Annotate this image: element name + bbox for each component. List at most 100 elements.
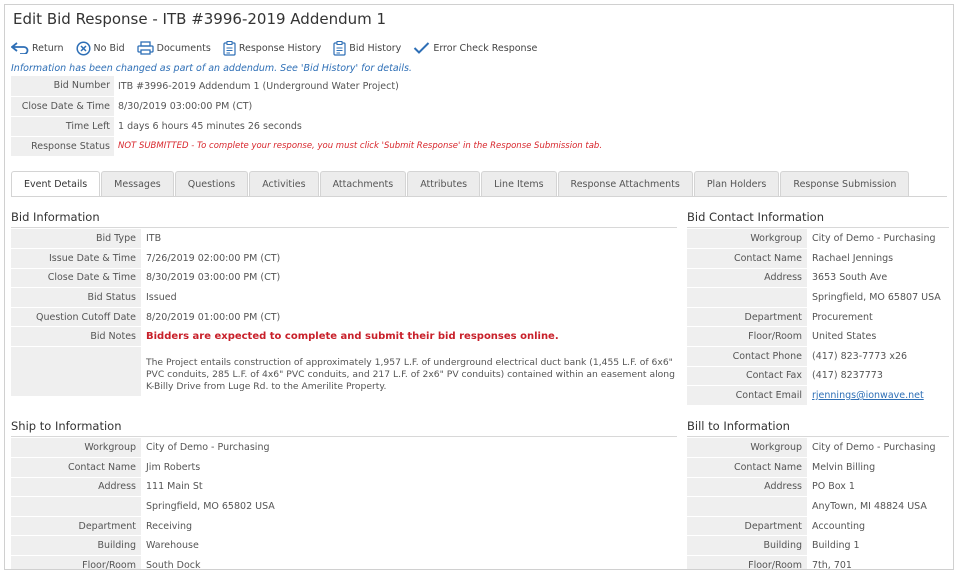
documents-button[interactable]: Documents bbox=[137, 41, 211, 55]
bid-notes-label-spacer bbox=[11, 346, 141, 398]
contact-name-value: Rachael Jennings bbox=[812, 252, 894, 264]
bid-status-value: Issued bbox=[146, 292, 177, 304]
question-cutoff-label: Question Cutoff Date bbox=[11, 307, 141, 328]
section-divider bbox=[687, 436, 949, 437]
address-line1: 111 Main St bbox=[146, 481, 203, 493]
bid-contact-heading: Bid Contact Information bbox=[687, 210, 825, 224]
contact-name-label: Contact Name bbox=[687, 457, 807, 478]
issue-date-label: Issue Date & Time bbox=[11, 248, 141, 269]
close-date-label: Close Date & Time bbox=[11, 268, 141, 289]
tab-attachments[interactable]: Attachments bbox=[319, 171, 407, 197]
bill-to-table: Workgroup City of Demo - Purchasing Conta… bbox=[687, 438, 949, 570]
no-bid-button[interactable]: No Bid bbox=[75, 40, 125, 56]
bid-notes-label: Bid Notes bbox=[11, 326, 141, 348]
address-label: Address bbox=[11, 477, 141, 498]
no-bid-label: No Bid bbox=[93, 42, 125, 54]
printer-icon bbox=[137, 41, 154, 55]
building-value: Warehouse bbox=[146, 540, 199, 552]
workgroup-label: Workgroup bbox=[11, 438, 141, 459]
return-label: Return bbox=[32, 42, 64, 54]
close-date-value: 8/30/2019 03:00:00 PM (CT) bbox=[146, 272, 281, 284]
tab-messages[interactable]: Messages bbox=[101, 171, 174, 197]
no-bid-icon bbox=[75, 40, 91, 56]
bid-notes-headline: Bidders are expected to complete and sub… bbox=[146, 331, 559, 343]
contact-name-value: Melvin Billing bbox=[812, 461, 876, 473]
workgroup-value: City of Demo - Purchasing bbox=[146, 442, 270, 454]
tab-questions[interactable]: Questions bbox=[174, 171, 249, 197]
history-icon bbox=[223, 40, 236, 56]
address-line2: Springfield, MO 65807 USA bbox=[812, 292, 941, 304]
tab-bar: Event Details Messages Questions Activit… bbox=[11, 171, 910, 197]
workgroup-value: City of Demo - Purchasing bbox=[812, 442, 936, 454]
close-date-label: Close Date & Time bbox=[11, 96, 114, 117]
department-value: Receiving bbox=[146, 520, 193, 532]
tab-plan-holders[interactable]: Plan Holders bbox=[693, 171, 780, 197]
bid-history-label: Bid History bbox=[349, 42, 402, 54]
bid-contact-table: Workgroup City of Demo - Purchasing Conta… bbox=[687, 229, 949, 406]
address-line1: PO Box 1 bbox=[812, 481, 855, 493]
tab-response-attachments[interactable]: Response Attachments bbox=[557, 171, 693, 197]
workgroup-value: City of Demo - Purchasing bbox=[812, 233, 936, 245]
address-label: Address bbox=[687, 477, 807, 498]
department-value: Procurement bbox=[812, 311, 873, 323]
bid-number-label: Bid Number bbox=[11, 76, 114, 97]
section-divider bbox=[11, 436, 677, 437]
address-label: Address bbox=[687, 268, 807, 289]
building-label: Building bbox=[687, 535, 807, 557]
contact-name-label: Contact Name bbox=[11, 457, 141, 478]
contact-email-link[interactable]: rjennings@ionwave.net bbox=[812, 390, 924, 401]
page-frame: Edit Bid Response - ITB #3996-2019 Adden… bbox=[4, 4, 954, 570]
address-label-spacer bbox=[11, 496, 141, 517]
ship-to-heading: Ship to Information bbox=[11, 419, 122, 433]
tab-event-details[interactable]: Event Details bbox=[11, 171, 101, 197]
floor-room-value: South Dock bbox=[146, 559, 201, 570]
tab-response-submission[interactable]: Response Submission bbox=[780, 171, 910, 197]
floor-room-label: Floor/Room bbox=[11, 555, 141, 569]
response-history-button[interactable]: Response History bbox=[223, 40, 321, 56]
bid-status-label: Bid Status bbox=[11, 287, 141, 308]
floor-room-value: 7th, 701 bbox=[812, 559, 852, 570]
question-cutoff-value: 8/20/2019 01:00:00 PM (CT) bbox=[146, 311, 281, 323]
time-left-value: 1 days 6 hours 45 minutes 26 seconds bbox=[118, 120, 302, 132]
bill-to-heading: Bill to Information bbox=[687, 419, 790, 433]
workgroup-label: Workgroup bbox=[687, 229, 807, 250]
close-date-value: 8/30/2019 03:00:00 PM (CT) bbox=[118, 100, 253, 112]
summary-table: Bid Number ITB #3996-2019 Addendum 1 (Und… bbox=[11, 76, 606, 157]
return-button[interactable]: Return bbox=[11, 42, 64, 54]
address-line2: Springfield, MO 65802 USA bbox=[146, 501, 275, 513]
issue-date-value: 7/26/2019 02:00:00 PM (CT) bbox=[146, 252, 281, 264]
response-status-value: NOT SUBMITTED - To complete your respons… bbox=[118, 141, 603, 151]
tab-activities[interactable]: Activities bbox=[249, 171, 319, 197]
address-line2: AnyTown, MI 48824 USA bbox=[812, 501, 927, 513]
contact-fax-label: Contact Fax bbox=[687, 366, 807, 387]
return-icon bbox=[11, 42, 29, 54]
building-label: Building bbox=[11, 535, 141, 557]
bid-notes-text: The Project entails construction of appr… bbox=[146, 357, 675, 392]
address-line1: 3653 South Ave bbox=[812, 272, 888, 284]
documents-label: Documents bbox=[156, 42, 211, 54]
bid-information-heading: Bid Information bbox=[11, 210, 100, 224]
department-label: Department bbox=[687, 307, 807, 328]
bid-number-value: ITB #3996-2019 Addendum 1 (Underground W… bbox=[118, 80, 399, 92]
department-value: Accounting bbox=[812, 520, 866, 532]
tab-line-items[interactable]: Line Items bbox=[481, 171, 557, 197]
response-status-label: Response Status bbox=[11, 136, 114, 157]
contact-phone-value: (417) 823-7773 x26 bbox=[812, 350, 908, 362]
tab-attributes[interactable]: Attributes bbox=[407, 171, 481, 197]
floor-room-label: Floor/Room bbox=[687, 555, 807, 569]
department-label: Department bbox=[687, 516, 807, 537]
address-label-spacer bbox=[687, 287, 807, 308]
contact-name-value: Jim Roberts bbox=[146, 461, 201, 473]
error-check-button[interactable]: Error Check Response bbox=[413, 41, 537, 55]
floor-room-value: United States bbox=[812, 331, 877, 343]
bid-history-button[interactable]: Bid History bbox=[333, 40, 402, 56]
contact-name-label: Contact Name bbox=[687, 248, 807, 269]
bid-type-label: Bid Type bbox=[11, 229, 141, 250]
contact-email-label: Contact Email bbox=[687, 385, 807, 406]
toolbar: Return No Bid Documents Response History… bbox=[11, 38, 549, 58]
building-value: Building 1 bbox=[812, 540, 860, 552]
addendum-notice: Information has been changed as part of … bbox=[11, 63, 412, 74]
error-check-label: Error Check Response bbox=[433, 42, 538, 54]
ship-to-table: Workgroup City of Demo - Purchasing Conta… bbox=[11, 438, 677, 570]
workgroup-label: Workgroup bbox=[687, 438, 807, 459]
